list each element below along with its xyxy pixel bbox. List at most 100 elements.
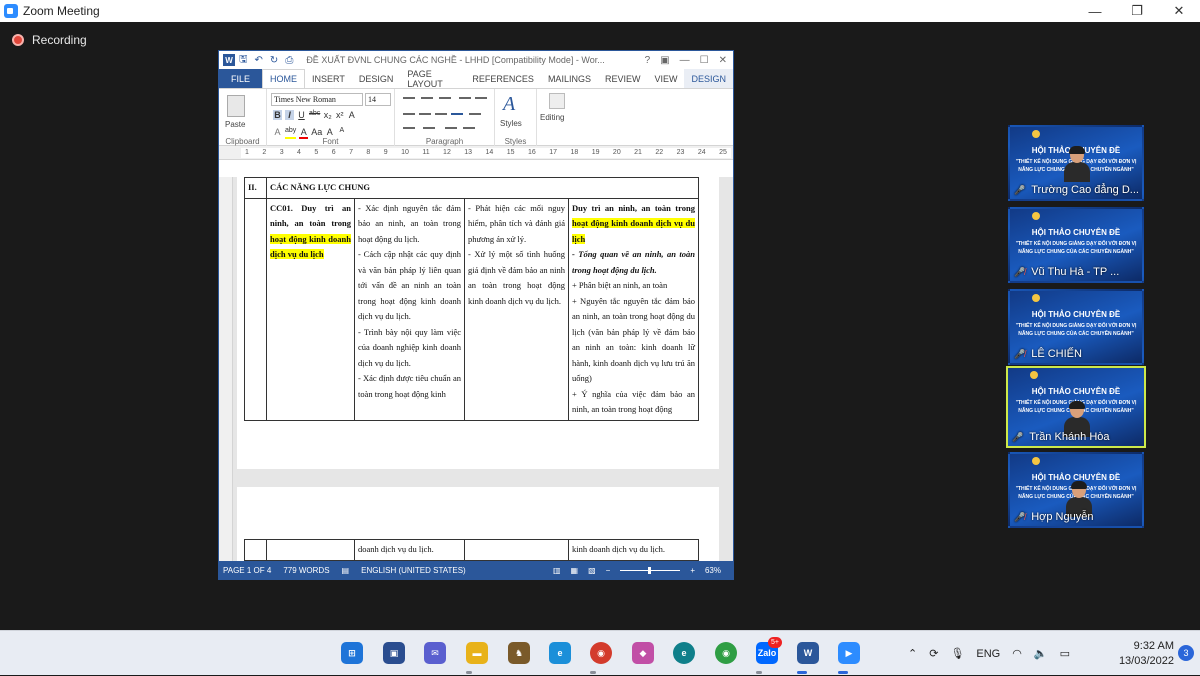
web-layout-icon[interactable]: ▧ [588,566,596,575]
font-size-select[interactable]: 14 [365,93,391,106]
page-1[interactable]: II. CÁC NĂNG LỰC CHUNG CC01. Duy trì an … [237,177,719,469]
zoom-taskbar-icon[interactable]: ▶ [838,642,860,664]
align-center-icon[interactable] [419,113,431,115]
internet-explorer-icon[interactable]: e [549,642,571,664]
word-minimize-button[interactable]: — [680,55,690,66]
print-layout-icon[interactable]: ▦ [571,566,579,575]
file-explorer-icon[interactable]: ▬ [466,642,488,664]
justify-icon[interactable] [451,113,463,115]
volume-icon[interactable]: 🔈 [1034,647,1048,660]
redo-icon[interactable]: ↻ [270,55,278,66]
proofing-icon[interactable]: ▤ [342,566,350,575]
ribbon-display-button[interactable]: ▣ [660,55,669,66]
tab-mailings[interactable]: MAILINGS [541,69,598,88]
coccoc-icon[interactable]: ◆ [632,642,654,664]
shared-word-window: W 🖫 ↶ ↻ ⎙ ĐỀ XUẤT ĐVNL CHUNG CÁC NGHỀ - … [218,50,734,580]
tab-design[interactable]: DESIGN [352,69,401,88]
zoom-slider[interactable] [620,566,681,574]
edge-icon[interactable]: e [673,642,695,664]
clock[interactable]: 9:32 AM 13/03/2022 [1119,639,1174,669]
save-icon[interactable]: 🖫 [239,52,248,69]
underline-button[interactable]: U [297,110,306,120]
show-marks-icon[interactable] [463,127,475,129]
competency-code-cell: CC01. Duy trì an ninh, an toàn trong hoạ… [266,197,355,421]
chevron-up-icon[interactable]: ⌃ [908,647,917,660]
participant-name-label: 🎤̸ Vũ Thu Hà - TP ... [1014,266,1119,278]
read-mode-icon[interactable]: ▥ [553,566,561,575]
zoom-out-button[interactable]: − [606,566,611,575]
find-icon[interactable] [549,93,565,109]
editing-label[interactable]: Editing [540,113,564,122]
close-button[interactable]: ✕ [1158,0,1200,22]
language-indicator[interactable]: ENG [976,648,1000,660]
strikethrough-button[interactable]: abc [309,110,320,120]
bullets-icon[interactable] [403,97,415,99]
paste-icon[interactable] [227,95,245,117]
tab-view[interactable]: VIEW [647,69,684,88]
zoom-level[interactable]: 63% [705,566,721,575]
font-name-select[interactable]: Times New Roman [271,93,363,106]
zoom-in-button[interactable]: + [690,566,695,575]
battery-icon[interactable]: ▭ [1060,647,1070,660]
chrome-profile-icon[interactable]: ◉ [715,642,737,664]
align-right-icon[interactable] [435,113,447,115]
superscript-button[interactable]: x² [335,110,344,120]
sync-icon[interactable]: ⟳ [929,647,938,660]
word-count[interactable]: 779 WORDS [283,566,329,575]
italic-button[interactable]: I [285,110,294,120]
participant-tile[interactable]: HỘI THẢO CHUYÊN ĐỀ"THIẾT KẾ NỘI DUNG GIẢ… [1008,289,1144,365]
sort-icon[interactable] [445,127,457,129]
decrease-indent-icon[interactable] [459,97,471,99]
microphone-icon[interactable]: 🎙 [950,647,964,660]
page-2[interactable]: doanh dịch vụ du lịch. kinh doanh dịch v… [237,487,719,561]
notification-badge[interactable]: 3 [1178,645,1194,661]
horizontal-ruler: 1 2 3 4 5 6 7 8 9 10 11 12 13 14 15 16 17 18 19 20 21 22 23 24 2… [219,146,733,160]
chrome-icon[interactable]: ◉ [590,642,612,664]
participant-tile[interactable]: HỘI THẢO CHUYÊN ĐỀ"THIẾT KẾ NỘI DUNG GIẢ… [1006,366,1146,448]
print-preview-icon[interactable]: ⎙ [285,55,293,66]
shading-icon[interactable] [403,127,415,129]
word-maximize-button[interactable]: ☐ [700,55,709,66]
content-cell: Duy trì an ninh, an toàn trong hoạt động… [568,197,699,421]
tab-references[interactable]: REFERENCES [465,69,541,88]
styles-group: A Styles Styles [495,89,537,147]
wifi-icon[interactable]: ◠ [1012,647,1022,660]
numbering-icon[interactable] [421,97,433,99]
line-spacing-icon[interactable] [469,113,481,115]
page-count[interactable]: PAGE 1 OF 4 [223,566,271,575]
tab-insert[interactable]: INSERT [305,69,352,88]
word-taskbar-icon[interactable]: W [797,642,819,664]
task-view-icon[interactable]: ▣ [383,642,405,664]
ruler-track[interactable]: 1 2 3 4 5 6 7 8 9 10 11 12 13 14 15 16 17 18 19 20 21 22 23 24 2… [241,148,731,158]
help-button[interactable]: ? [645,55,651,66]
school-logo-icon [1032,294,1040,302]
recording-label: Recording [32,33,87,47]
knowledge-item: doanh dịch vụ du lịch. [354,539,465,561]
game-icon[interactable]: ♞ [508,642,530,664]
word-close-button[interactable]: ✕ [719,55,727,66]
borders-icon[interactable] [423,127,435,129]
increase-indent-icon[interactable] [475,97,487,99]
tab-home[interactable]: HOME [262,69,306,88]
tab-table-design[interactable]: DESIGN [684,69,733,88]
minimize-button[interactable]: — [1074,0,1116,22]
chat-icon[interactable]: ✉ [424,642,446,664]
content-item: kinh doanh dịch vụ du lịch. [568,539,699,561]
tab-file[interactable]: FILE [219,69,263,88]
participant-tile[interactable]: HỘI THẢO CHUYÊN ĐỀ"THIẾT KẾ NỘI DUNG GIẢ… [1008,207,1144,283]
clear-format-button[interactable]: A [347,110,356,120]
start-icon[interactable]: ⊞ [341,642,363,664]
restore-button[interactable]: ❐ [1116,0,1158,22]
undo-icon[interactable]: ↶ [255,55,263,66]
multilevel-icon[interactable] [439,97,451,99]
tab-page-layout[interactable]: PAGE LAYOUT [400,69,465,89]
recording-indicator[interactable]: Recording [12,33,87,47]
language-status[interactable]: ENGLISH (UNITED STATES) [361,566,466,575]
subscript-button[interactable]: x₂ [323,110,332,120]
tab-review[interactable]: REVIEW [598,69,648,88]
bold-button[interactable]: B [273,110,282,120]
participant-tile[interactable]: HỘI THẢO CHUYÊN ĐỀ"THIẾT KẾ NỘI DUNG GIẢ… [1008,452,1144,528]
participant-tile[interactable]: HỘI THẢO CHUYÊN ĐỀ"THIẾT KẾ NỘI DUNG GIẢ… [1008,125,1144,201]
align-left-icon[interactable] [403,113,415,115]
styles-icon[interactable]: A [503,93,515,116]
